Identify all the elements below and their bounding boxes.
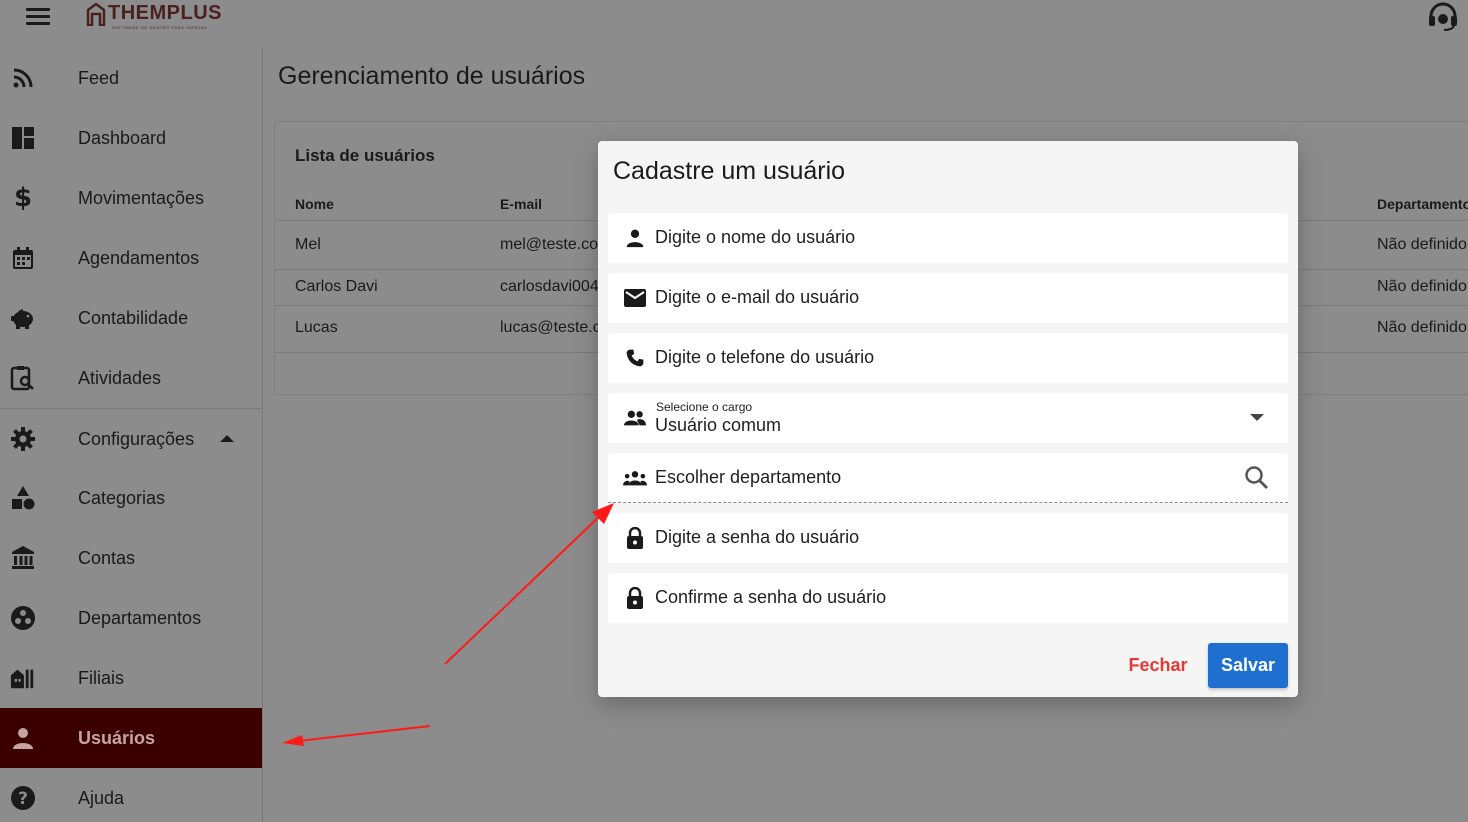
save-button[interactable]: Salvar — [1208, 643, 1288, 688]
buildings-icon — [10, 665, 36, 691]
sidebar-item-usuarios[interactable]: Usuários — [0, 708, 262, 768]
sidebar-item-configuracoes[interactable]: Configurações — [0, 409, 262, 469]
top-bar: THEMPLUS SOFTWARE DE GESTÃO PARA IGREJAS — [0, 0, 1468, 48]
page-title: Gerenciamento de usuários — [278, 62, 586, 90]
email-field[interactable]: Digite o e-mail do usuário — [608, 273, 1288, 323]
rss-icon — [10, 65, 36, 91]
sidebar-item-atividades[interactable]: Atividades — [0, 348, 262, 408]
sidebar-item-label: Configurações — [78, 428, 195, 449]
cell-email: lucas@teste.c — [500, 319, 601, 336]
calendar-icon — [10, 245, 36, 271]
cell-nome: Lucas — [295, 319, 338, 336]
cell-departamento: Não definido — [1377, 278, 1467, 295]
sidebar-item-label: Filiais — [78, 667, 125, 688]
headset-icon[interactable] — [1426, 2, 1460, 32]
phone-field[interactable]: Digite o telefone do usuário — [608, 333, 1288, 383]
sidebar: Feed Dashboard $ Movimentações Agendamen… — [0, 48, 263, 822]
menu-icon[interactable] — [26, 8, 50, 26]
cell-departamento: Não definido — [1377, 319, 1467, 336]
sidebar-item-label: Contas — [78, 547, 136, 568]
sidebar-item-label: Feed — [78, 67, 120, 88]
search-icon[interactable] — [1244, 465, 1270, 491]
annotation-arrow-department — [444, 503, 614, 665]
password-placeholder: Digite a senha do usuário — [655, 527, 860, 547]
person-icon — [10, 725, 36, 751]
card-title: Lista de usuários — [295, 146, 435, 165]
logo-text: THEMPLUS — [108, 2, 222, 24]
department-placeholder: Escolher departamento — [655, 467, 842, 487]
logo-subtext: SOFTWARE DE GESTÃO PARA IGREJAS — [112, 25, 208, 30]
role-select[interactable]: Selecione o cargo Usuário comum — [608, 393, 1288, 443]
sidebar-item-label: Movimentações — [78, 187, 205, 208]
sidebar-item-movimentacoes[interactable]: $ Movimentações — [0, 168, 262, 228]
sidebar-item-contas[interactable]: Contas — [0, 528, 262, 588]
lock-icon — [623, 586, 647, 610]
sidebar-item-departamentos[interactable]: Departamentos — [0, 588, 262, 648]
app-logo[interactable]: THEMPLUS SOFTWARE DE GESTÃO PARA IGREJAS — [86, 2, 222, 32]
chevron-down-icon[interactable] — [1250, 414, 1264, 421]
help-icon: ? — [10, 785, 36, 811]
cell-email: carlosdavi004 — [500, 278, 599, 295]
sidebar-item-agendamentos[interactable]: Agendamentos — [0, 228, 262, 288]
sidebar-item-ajuda[interactable]: ? Ajuda — [0, 768, 262, 822]
dashboard-icon — [10, 125, 36, 151]
column-header-nome[interactable]: Nome — [295, 196, 334, 212]
sidebar-item-label: Ajuda — [78, 787, 125, 808]
phone-icon — [623, 346, 647, 370]
sidebar-item-label: Dashboard — [78, 127, 167, 148]
piggy-bank-icon — [10, 305, 36, 331]
sidebar-item-contabilidade[interactable]: Contabilidade — [0, 288, 262, 348]
sidebar-item-label: Departamentos — [78, 607, 202, 628]
email-placeholder: Digite o e-mail do usuário — [655, 287, 860, 307]
dollar-icon: $ — [13, 183, 33, 213]
column-header-email[interactable]: E-mail — [500, 196, 542, 212]
name-placeholder: Digite o nome do usuário — [655, 227, 856, 247]
name-field[interactable]: Digite o nome do usuário — [608, 213, 1288, 263]
category-icon — [10, 485, 36, 511]
sidebar-item-label: Usuários — [78, 727, 156, 748]
lock-icon — [623, 526, 647, 550]
sidebar-item-feed[interactable]: Feed — [0, 48, 262, 108]
confirm-password-field[interactable]: Confirme a senha do usuário — [608, 573, 1288, 623]
cell-email: mel@teste.co — [500, 236, 599, 253]
dialog-title: Cadastre um usuário — [613, 157, 846, 185]
cell-nome: Mel — [295, 236, 321, 253]
sidebar-item-label: Contabilidade — [78, 307, 189, 328]
sidebar-item-dashboard[interactable]: Dashboard — [0, 108, 262, 168]
sidebar-item-label: Agendamentos — [78, 247, 200, 268]
chevron-up-icon — [220, 435, 234, 442]
create-user-dialog: Cadastre um usuário Digite o nome do usu… — [598, 141, 1298, 697]
groups-icon — [623, 466, 647, 490]
annotation-arrow-users — [282, 725, 431, 746]
cell-departamento: Não definido — [1377, 236, 1467, 253]
department-search-field[interactable]: Escolher departamento — [608, 453, 1288, 503]
sidebar-item-label: Categorias — [78, 487, 166, 508]
svg-text:?: ? — [18, 789, 28, 809]
mail-icon — [623, 286, 647, 310]
column-header-departamento[interactable]: Departamento — [1377, 196, 1468, 212]
phone-placeholder: Digite o telefone do usuário — [655, 347, 875, 367]
people-icon — [623, 406, 647, 430]
bank-icon — [10, 545, 36, 571]
logo-mark-icon — [86, 2, 106, 26]
sidebar-item-label: Atividades — [78, 367, 162, 388]
sidebar-item-categorias[interactable]: Categorias — [0, 468, 262, 528]
role-label: Selecione o cargo — [656, 400, 753, 414]
gear-icon — [10, 426, 36, 452]
workspaces-icon — [10, 605, 36, 631]
password-field[interactable]: Digite a senha do usuário — [608, 513, 1288, 563]
sidebar-item-filiais[interactable]: Filiais — [0, 648, 262, 708]
clipboard-search-icon — [10, 365, 36, 391]
confirm-password-placeholder: Confirme a senha do usuário — [655, 587, 887, 607]
person-icon — [623, 226, 647, 250]
close-button[interactable]: Fechar — [1116, 643, 1200, 687]
role-value: Usuário comum — [655, 415, 782, 435]
cell-nome: Carlos Davi — [295, 278, 378, 295]
